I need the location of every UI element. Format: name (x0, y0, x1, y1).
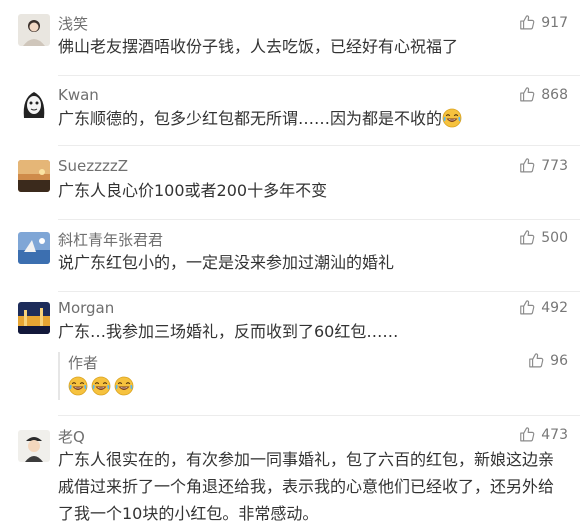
username[interactable]: 斜杠青年张君君 (58, 229, 163, 250)
avatar[interactable] (18, 430, 50, 462)
like-button[interactable]: 868 (519, 86, 568, 103)
comment-item: 老Q 473 广东人很实在的，有次参加一同事婚礼，包了六百的红包，新娘这边亲戚借… (0, 416, 580, 524)
laughing-tears-emoji (91, 376, 111, 396)
like-count: 868 (541, 86, 568, 103)
username[interactable]: 浅笑 (58, 13, 88, 34)
avatar[interactable] (18, 302, 50, 334)
avatar[interactable] (18, 232, 50, 264)
laughing-tears-emoji (442, 108, 462, 128)
avatar[interactable] (18, 14, 50, 46)
reply-like-button[interactable]: 96 (528, 352, 568, 369)
like-count: 492 (541, 299, 568, 316)
like-button[interactable]: 773 (519, 157, 568, 174)
username[interactable]: Morgan (58, 299, 114, 317)
comment-text: 广东顺德的，包多少红包都无所谓……因为都是不收的 (58, 105, 563, 132)
comment-text-body: 广东顺德的，包多少红包都无所谓……因为都是不收的 (58, 109, 443, 128)
avatar[interactable] (18, 160, 50, 192)
reply-text (68, 376, 134, 396)
like-button[interactable]: 492 (519, 299, 568, 316)
like-count: 473 (541, 426, 568, 443)
comment-text: 广东人很实在的，有次参加一同事婚礼，包了六百的红包，新娘这边亲戚借过来折了一个角… (58, 450, 555, 523)
thumbs-up-icon (528, 352, 545, 369)
comment-item: Morgan 492 广东…我参加三场婚礼，反而收到了60红包…… 作者 96 (0, 292, 580, 416)
username[interactable]: Kwan (58, 86, 99, 104)
laughing-tears-emoji (114, 376, 134, 396)
thumbs-up-icon (519, 299, 536, 316)
comment-item: SuezzzzZ 773 广东人良心价100或者200十多年不变 (0, 146, 580, 220)
like-button[interactable]: 500 (519, 229, 568, 246)
username[interactable]: 老Q (58, 426, 85, 447)
reply-item: 作者 96 (58, 352, 578, 400)
laughing-tears-emoji (68, 376, 88, 396)
avatar[interactable] (18, 88, 50, 120)
comment-text: 说广东红包小的，一定是没来参加过潮汕的婚礼 (58, 253, 395, 272)
comment-item: Kwan 868 广东顺德的，包多少红包都无所谓……因为都是不收的 (0, 76, 580, 146)
thumbs-up-icon (519, 426, 536, 443)
comment-item: 斜杠青年张君君 500 说广东红包小的，一定是没来参加过潮汕的婚礼 (0, 220, 580, 292)
username[interactable]: SuezzzzZ (58, 157, 128, 175)
like-count: 500 (541, 229, 568, 246)
comment-text: 广东…我参加三场婚礼，反而收到了60红包…… (58, 322, 399, 341)
comment-text: 佛山老友摆酒唔收份子钱，人去吃饭，已经好有心祝福了 (58, 37, 459, 56)
like-count: 917 (541, 14, 568, 31)
comment-item: 浅笑 917 佛山老友摆酒唔收份子钱，人去吃饭，已经好有心祝福了 (0, 0, 580, 76)
like-button[interactable]: 917 (519, 14, 568, 31)
thumbs-up-icon (519, 86, 536, 103)
like-count: 773 (541, 157, 568, 174)
thumbs-up-icon (519, 229, 536, 246)
thumbs-up-icon (519, 14, 536, 31)
like-button[interactable]: 473 (519, 426, 568, 443)
reply-username[interactable]: 作者 (68, 352, 98, 373)
like-count: 96 (550, 352, 568, 369)
comment-text: 广东人良心价100或者200十多年不变 (58, 181, 328, 200)
thumbs-up-icon (519, 157, 536, 174)
